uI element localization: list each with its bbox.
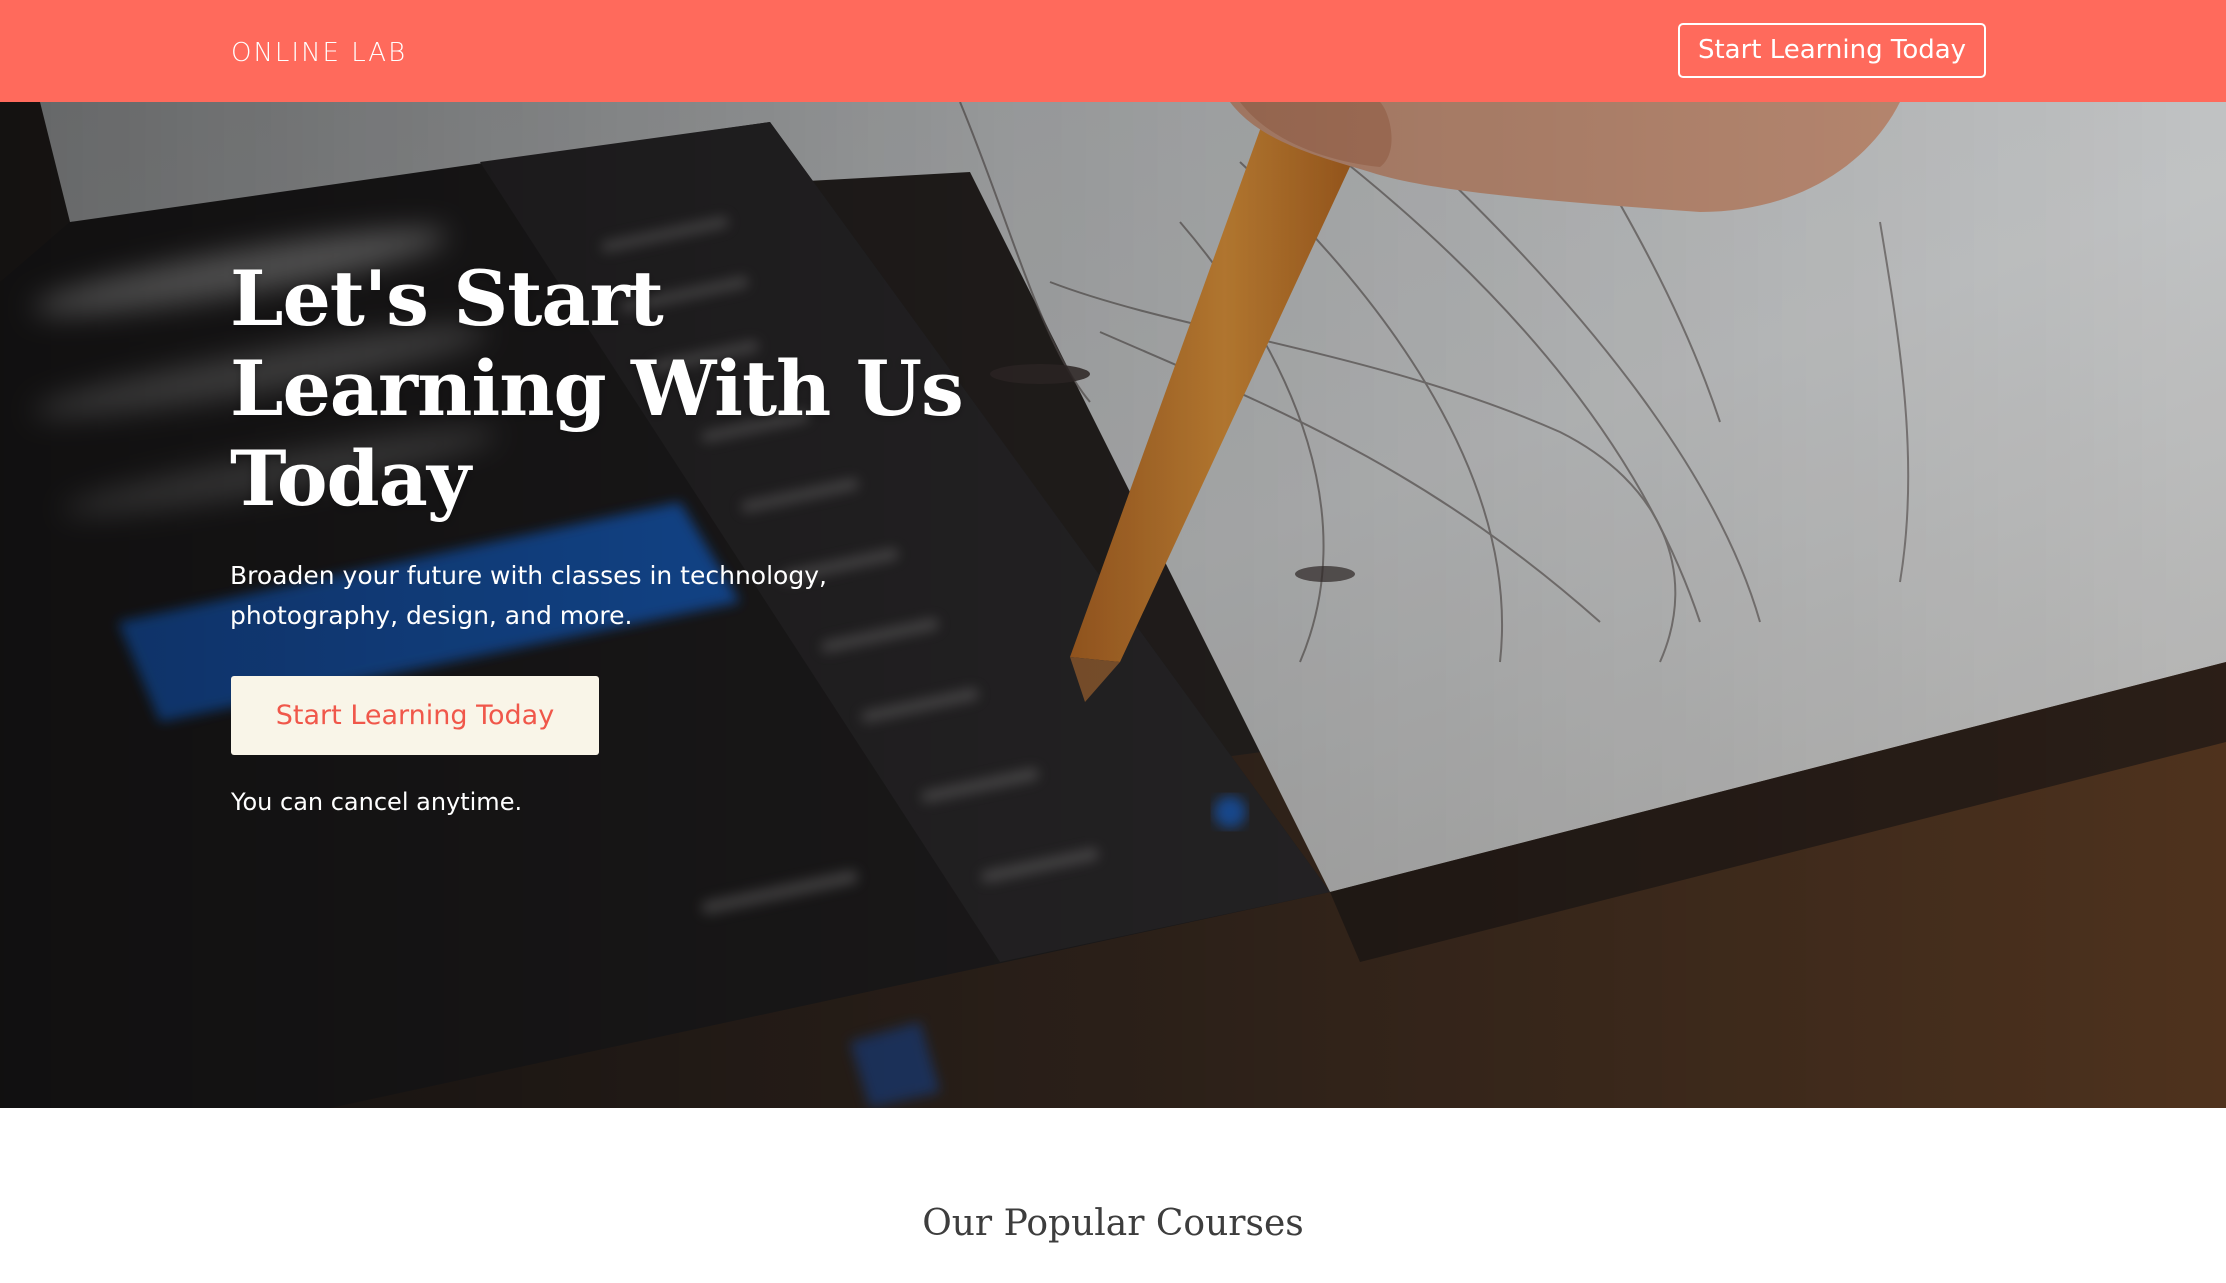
hero-start-learning-button[interactable]: Start Learning Today <box>231 676 599 755</box>
top-navigation-bar: ONLINE LAB Start Learning Today <box>0 0 2226 102</box>
cancel-anytime-note: You can cancel anytime. <box>231 788 523 816</box>
landing-page: ONLINE LAB Start Learning Today Let's St… <box>0 0 2226 1283</box>
hero-section: Let's Start Learning With Us Today Broad… <box>0 102 2226 1108</box>
hero-subtitle: Broaden your future with classes in tech… <box>230 561 827 630</box>
header-start-learning-button[interactable]: Start Learning Today <box>1678 23 1986 78</box>
popular-courses-heading: Our Popular Courses <box>922 1203 1304 1244</box>
site-logo[interactable]: ONLINE LAB <box>231 36 407 70</box>
hero-heading: Let's Start Learning With Us Today <box>230 254 964 523</box>
